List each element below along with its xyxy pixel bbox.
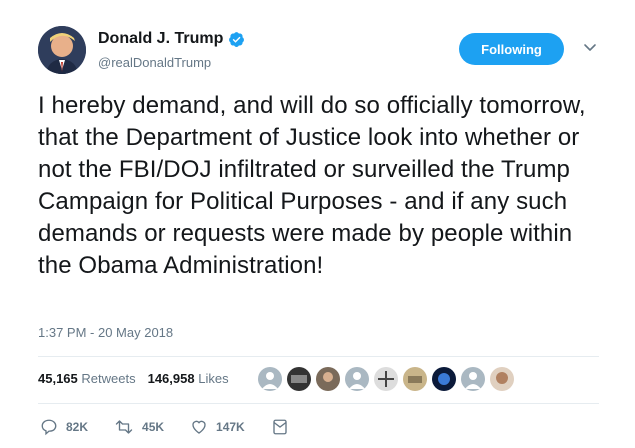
retweet-button[interactable]: 45K (114, 418, 164, 436)
retweets-label: Retweets (81, 371, 136, 386)
liker-avatar[interactable] (287, 367, 311, 391)
liker-avatar[interactable] (432, 367, 456, 391)
liker-avatar[interactable] (258, 367, 282, 391)
divider (38, 356, 599, 357)
retweets-stat[interactable]: 45,165 Retweets (38, 371, 136, 386)
author-display-name[interactable]: Donald J. Trump (98, 30, 223, 48)
liker-avatar[interactable] (316, 367, 340, 391)
liker-avatar[interactable] (461, 367, 485, 391)
tweet-actions: 82K 45K 147K (40, 418, 323, 436)
envelope-icon (273, 419, 287, 435)
likes-stat[interactable]: 146,958 Likes (148, 371, 229, 386)
like-count: 147K (216, 420, 245, 434)
likes-label: Likes (198, 371, 229, 386)
likes-count: 146,958 (147, 371, 195, 386)
retweet-count: 45K (142, 420, 165, 434)
tweet-text: I hereby demand, and will do so official… (38, 92, 586, 279)
following-button[interactable]: Following (459, 33, 564, 65)
liker-avatar[interactable] (490, 367, 514, 391)
tweet-stats: 45,165 Retweets 146,958 Likes (38, 371, 241, 386)
like-button[interactable]: 147K (190, 418, 245, 436)
retweets-count: 45,165 (38, 371, 78, 386)
author-name-row: Donald J. Trump (98, 30, 245, 48)
divider (38, 403, 599, 404)
liker-avatar[interactable] (374, 367, 398, 391)
reply-count: 82K (66, 420, 89, 434)
liker-avatar[interactable] (403, 367, 427, 391)
retweet-icon (115, 420, 133, 434)
author-handle[interactable]: @realDonaldTrump (98, 55, 211, 70)
direct-message-button[interactable] (271, 418, 297, 436)
verified-badge-icon (229, 31, 245, 47)
tweet-timestamp[interactable]: 1:37 PM - 20 May 2018 (38, 325, 173, 340)
reply-button[interactable]: 82K (40, 418, 88, 436)
liker-avatar[interactable] (345, 367, 369, 391)
liker-avatars (258, 367, 519, 391)
author-avatar[interactable] (38, 26, 86, 74)
heart-icon (192, 420, 206, 434)
reply-icon (41, 419, 57, 436)
chevron-down-icon[interactable] (583, 40, 597, 54)
